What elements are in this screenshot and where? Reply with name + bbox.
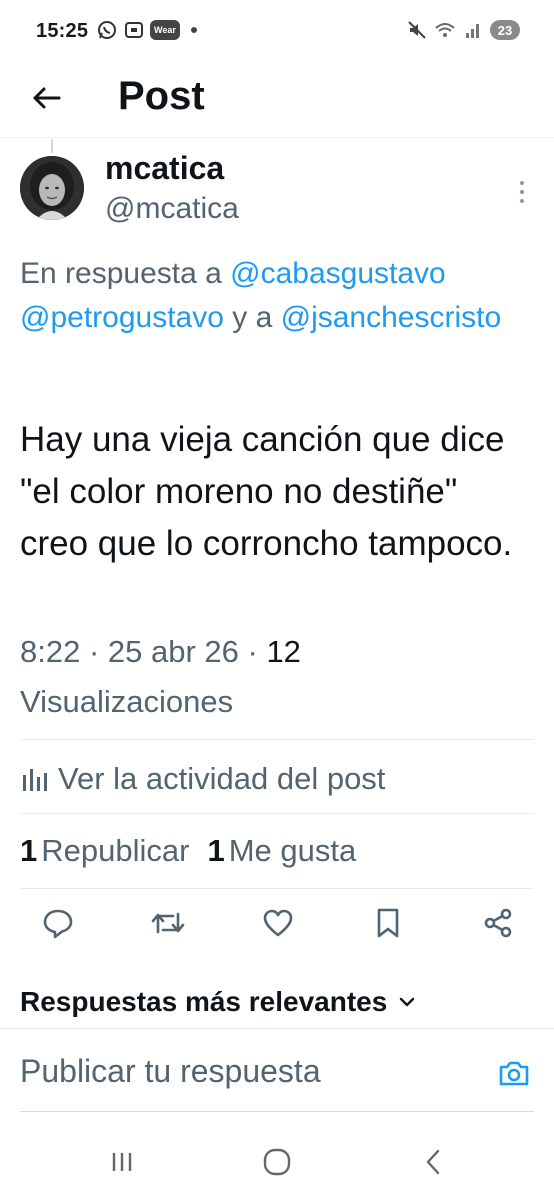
bookmark-button[interactable] xyxy=(368,903,408,943)
reposts-label: Republicar xyxy=(41,833,190,868)
mute-icon xyxy=(406,19,428,41)
page-title: Post xyxy=(118,74,205,118)
replies-sort-label: Respuestas más relevantes xyxy=(20,986,388,1017)
post-timestamp[interactable]: 8:22 · 25 abr 26 · xyxy=(20,634,266,669)
likes-count: 1 xyxy=(207,833,225,868)
divider xyxy=(20,739,534,740)
replies-sort-dropdown[interactable]: Respuestas más relevantes xyxy=(20,978,415,1026)
system-nav-bar xyxy=(0,1122,554,1200)
notification-dot-icon xyxy=(190,27,197,33)
camera-button[interactable] xyxy=(496,1057,532,1089)
share-icon xyxy=(484,908,512,938)
status-left-icons: Wear xyxy=(96,19,197,41)
home-button[interactable] xyxy=(252,1142,302,1182)
reply-connector: y a xyxy=(223,301,281,334)
analytics-icon xyxy=(23,769,47,791)
likes-label: Me gusta xyxy=(228,833,357,868)
activity-label: Ver la actividad del post xyxy=(58,761,386,796)
recents-button[interactable] xyxy=(97,1142,147,1182)
wear-icon: Wear xyxy=(150,20,180,40)
like-icon xyxy=(263,909,293,937)
whatsapp-icon xyxy=(96,19,118,41)
chevron-down-icon xyxy=(400,997,415,1007)
post-actions xyxy=(20,895,534,951)
post-stats: 1 Republicar 1 Me gusta xyxy=(20,828,356,874)
repost-icon xyxy=(151,912,185,934)
views-label: Visualizaciones xyxy=(20,684,234,719)
author-handle[interactable]: @mcatica xyxy=(105,192,239,226)
top-bar: Post xyxy=(0,62,554,138)
reply-underline xyxy=(20,1111,534,1112)
reply-composer xyxy=(0,1028,554,1112)
post-meta: 8:22 · 25 abr 26 · 12 Visualizaciones xyxy=(20,627,534,727)
mention-link[interactable]: @cabasgustavo xyxy=(230,257,446,290)
post-activity-link[interactable]: Ver la actividad del post xyxy=(20,754,385,804)
more-dot-icon xyxy=(520,190,524,194)
divider xyxy=(20,813,534,814)
mention-link[interactable]: @jsanchescristo xyxy=(281,301,502,334)
reply-icon xyxy=(43,909,73,939)
post-author: mcatica @mcatica xyxy=(20,150,534,240)
reply-context: En respuesta a @cabasgustavo @petrogusta… xyxy=(20,252,545,340)
more-dot-icon xyxy=(520,181,524,185)
author-display-name[interactable]: mcatica xyxy=(105,150,224,187)
post-text: Hay una vieja canción que dice "el color… xyxy=(20,420,513,563)
status-right-icons: 23 xyxy=(406,19,520,41)
reposts-count: 1 xyxy=(20,833,38,868)
mention-link[interactable]: @petrogustavo xyxy=(20,301,224,334)
share-button[interactable] xyxy=(478,903,518,943)
screenshot-icon xyxy=(123,19,145,41)
avatar[interactable] xyxy=(20,156,84,220)
signal-icon xyxy=(462,19,484,41)
status-time: 15:25 xyxy=(36,20,89,42)
battery-icon: 23 xyxy=(490,20,520,40)
more-dot-icon xyxy=(520,199,524,203)
back-button[interactable] xyxy=(26,78,66,118)
wifi-icon xyxy=(434,19,456,41)
views-count: 12 xyxy=(266,634,301,669)
back-icon xyxy=(426,1149,440,1175)
recents-icon xyxy=(112,1153,132,1171)
status-bar: 15:25 Wear 23 xyxy=(0,0,554,62)
reply-prefix: En respuesta a xyxy=(20,257,231,290)
bookmark-icon xyxy=(377,908,399,938)
more-options-button[interactable] xyxy=(510,172,534,212)
camera-icon xyxy=(499,1061,529,1086)
likes-stat[interactable]: 1 Me gusta xyxy=(207,833,356,869)
arrow-left-icon xyxy=(33,87,61,109)
system-back-button[interactable] xyxy=(408,1142,458,1182)
reposts-stat[interactable]: 1 Republicar xyxy=(20,833,189,869)
repost-button[interactable] xyxy=(148,903,188,943)
reply-input[interactable] xyxy=(20,1049,470,1093)
home-icon xyxy=(263,1148,291,1176)
like-button[interactable] xyxy=(258,903,298,943)
divider xyxy=(20,888,534,889)
reply-button[interactable] xyxy=(38,903,78,943)
